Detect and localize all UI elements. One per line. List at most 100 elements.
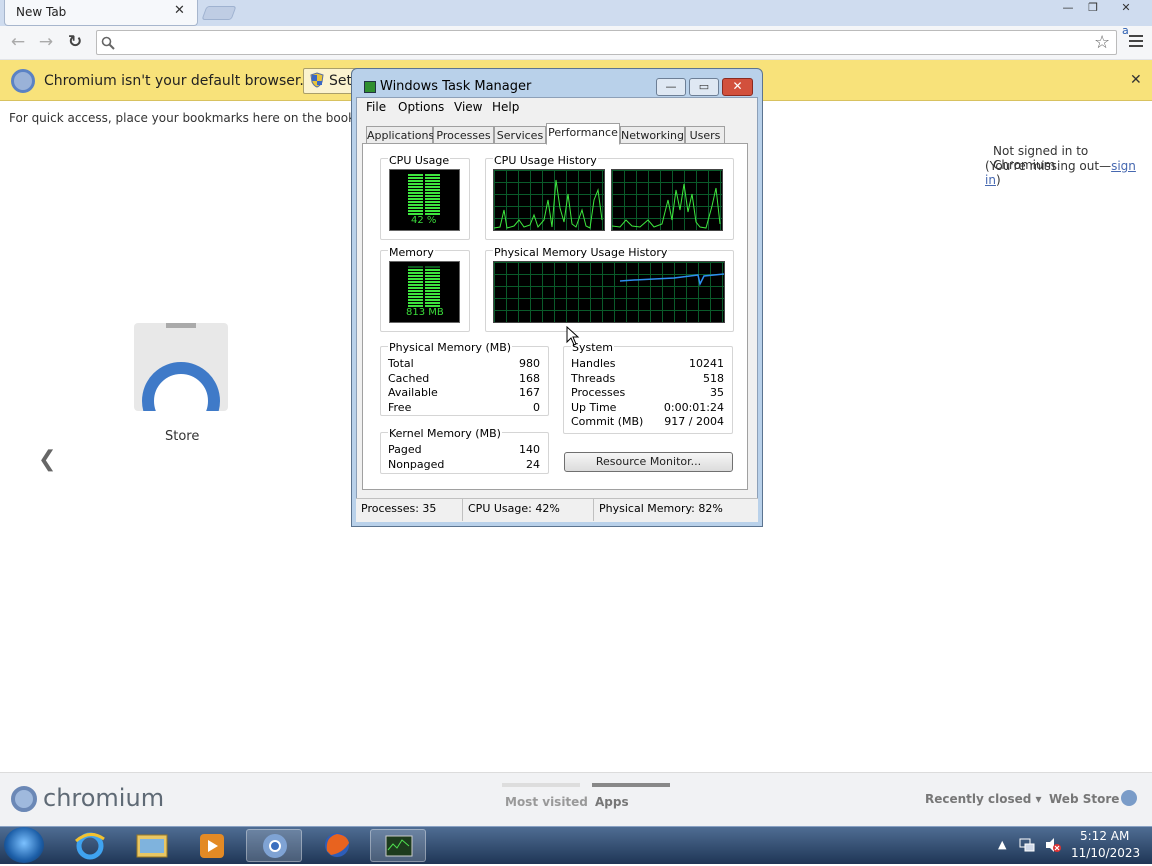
ie-icon [75,832,105,860]
cpu-history-graph-core1 [493,169,605,231]
web-store-icon[interactable] [1121,790,1137,806]
phys-total-value: 980 [519,357,540,370]
prev-page-icon[interactable]: ❮ [38,447,56,472]
gauge-segment [408,287,423,289]
kernel-memory-label: Kernel Memory (MB) [388,427,502,440]
sys-commit-value: 917 / 2004 [664,415,724,428]
tm-maximize-button[interactable]: ▭ [689,78,719,96]
menu-help[interactable]: Help [492,100,519,114]
media-player-icon [200,834,224,858]
taskbar-chromium-icon[interactable] [246,829,302,862]
recently-closed-menu[interactable]: Recently closed ▾ [925,792,1042,806]
close-button[interactable]: ✕ [1115,1,1137,16]
tab-apps[interactable]: Apps [595,795,629,809]
restore-button[interactable]: ❐ [1082,1,1104,16]
tm-minimize-button[interactable]: — [656,78,686,96]
cpu-history-label: CPU Usage History [493,154,598,167]
chrome-menu-icon[interactable] [1129,35,1143,50]
signin-prefix: (You're missing out— [985,159,1112,173]
sys-commit-label: Commit (MB) [571,415,644,428]
sys-threads-value: 518 [703,372,724,385]
phys-free-label: Free [388,401,412,414]
task-manager-icon [364,81,376,93]
volume-muted-icon[interactable] [1044,836,1062,854]
gauge-segment [425,174,440,176]
clock-time[interactable]: 5:12 AM [1080,829,1129,843]
tm-close-button[interactable]: ✕ [722,78,753,96]
gauge-segment [408,207,423,209]
network-icon[interactable] [1018,836,1036,854]
taskbar-firefox-icon[interactable] [309,829,365,862]
gauge-segment [408,293,423,295]
tab-close-icon[interactable]: ✕ [174,3,185,18]
phys-mem-history-label: Physical Memory Usage History [493,246,669,259]
gauge-segment [408,266,423,268]
chromium-wordmark: chromium [43,784,165,812]
gauge-segment [408,174,423,176]
extension-icon[interactable]: a [1122,24,1129,37]
gauge-segment [425,269,440,271]
gauge-segment [425,198,440,200]
taskbar-task-manager-icon[interactable] [370,829,426,862]
phys-mem-history-graph [493,261,725,323]
tab-users[interactable]: Users [685,126,725,144]
tab-processes[interactable]: Processes [433,126,494,144]
gauge-segment [425,272,440,274]
memory-label: Memory [388,246,435,259]
gauge-segment [408,198,423,200]
taskbar-ie-icon[interactable] [62,829,118,862]
tab-networking[interactable]: Networking [620,126,685,144]
gauge-segment [425,281,440,283]
taskbar-explorer-icon[interactable] [124,829,180,862]
cpu-history-line-core1 [493,179,603,229]
gauge-segment [408,201,423,203]
phys-mem-history-line [619,273,725,287]
gauge-segment [425,192,440,194]
gauge-segment [408,195,423,197]
store-bag-handle [166,323,196,328]
status-divider [462,499,463,521]
gauge-segment [408,278,423,280]
phys-total-label: Total [388,357,414,370]
infobar-close-icon[interactable]: ✕ [1130,72,1142,88]
omnibox-input[interactable] [96,30,1117,55]
sys-threads-label: Threads [571,372,616,385]
gauge-segment [425,180,440,182]
menu-view[interactable]: View [454,100,482,114]
sys-handles-label: Handles [571,357,616,370]
tab-performance[interactable]: Performance [546,123,620,145]
web-store-link[interactable]: Web Store [1049,792,1119,806]
forward-icon[interactable]: → [36,33,56,53]
clock-date[interactable]: 11/10/2023 [1071,846,1140,860]
reload-icon[interactable]: ↻ [65,33,85,53]
gauge-segment [408,204,423,206]
gauge-segment [408,180,423,182]
taskbar-media-player-icon[interactable] [184,829,240,862]
new-tab-button[interactable] [201,6,237,20]
gauge-segment [408,183,423,185]
gauge-segment [408,177,423,179]
signin-suffix: ) [995,173,1001,187]
gauge-segment [408,299,423,301]
tray-expand-icon[interactable]: ▲ [998,838,1006,851]
gauge-segment [425,266,440,268]
status-memory: Physical Memory: 82% [599,502,723,515]
tab-most-visited[interactable]: Most visited [505,795,588,809]
menu-file[interactable]: File [366,100,386,114]
menu-options[interactable]: Options [398,100,444,114]
tab-services[interactable]: Services [494,126,546,144]
tab-applications[interactable]: Applications [366,126,434,144]
bookmark-star-icon[interactable]: ☆ [1094,32,1110,53]
store-app-label[interactable]: Store [165,429,199,444]
resource-monitor-button[interactable]: Resource Monitor... [564,452,733,472]
start-button[interactable] [4,827,44,863]
cpu-usage-value: 42 % [411,215,437,226]
uac-shield-icon [310,72,324,88]
gauge-segment [425,287,440,289]
apps-indicator [592,783,670,787]
back-icon[interactable]: ← [8,33,28,53]
cpu-history-line-core2 [611,183,721,229]
kernel-nonpaged-label: Nonpaged [388,458,445,471]
task-manager-app-icon [385,835,413,857]
minimize-button[interactable]: — [1057,1,1079,16]
